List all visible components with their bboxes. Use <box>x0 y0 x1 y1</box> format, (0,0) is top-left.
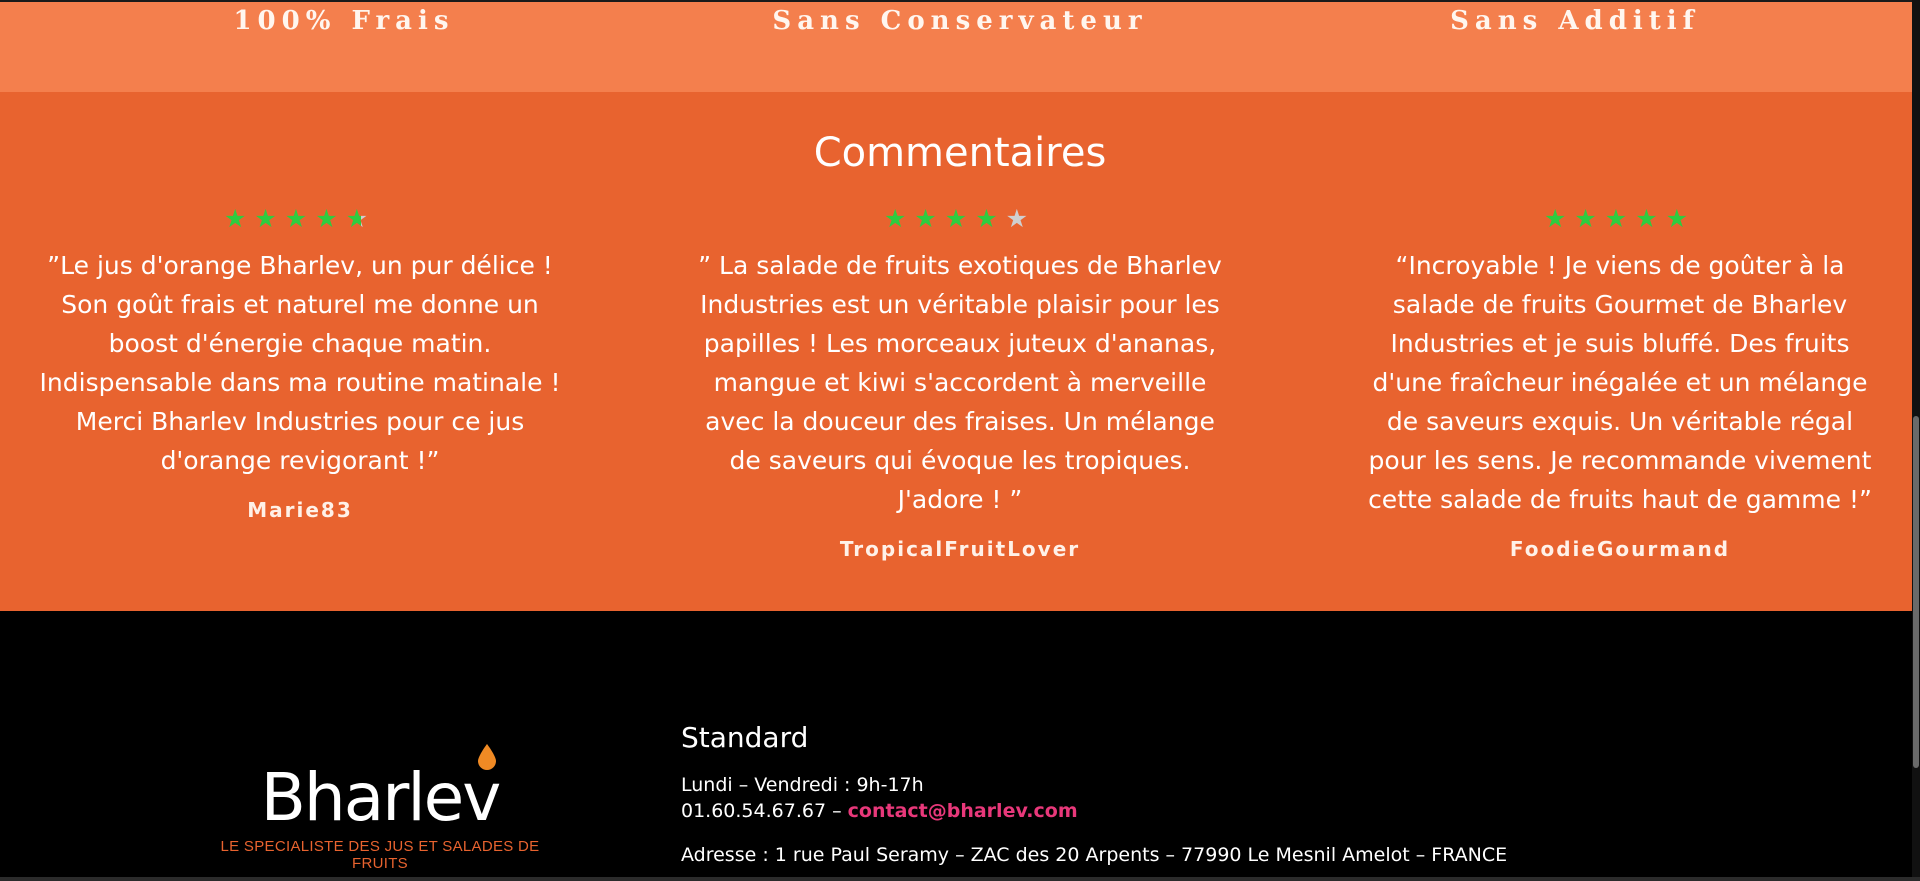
page-scrollbar[interactable] <box>1912 0 1920 881</box>
review-card: ★★★★★ ”Le jus d'orange Bharlev, un pur d… <box>35 204 565 522</box>
review-card: ★★★★★ ” La salade de fruits exotiques de… <box>695 204 1225 561</box>
star-icon: ★ <box>223 205 255 233</box>
star-icon: ★ <box>1005 205 1037 233</box>
star-icon: ★ <box>315 205 346 233</box>
star-rating: ★★★★★ <box>695 204 1225 234</box>
comments-title: Commentaires <box>813 130 1107 176</box>
feature-no-preservative: Sans Conservateur <box>772 6 1148 36</box>
postal-address: Adresse : 1 rue Paul Seramy – ZAC des 20… <box>681 844 1508 866</box>
logo-tagline: LE SPECIALISTE DES JUS ET SALADES DE FRU… <box>220 838 540 872</box>
star-icon: ★ <box>1635 205 1666 233</box>
star-rating: ★★★★★ <box>35 204 565 234</box>
review-author: TropicalFruitLover <box>839 537 1081 561</box>
opening-hours: Lundi – Vendredi : 9h-17h <box>681 774 924 796</box>
site-footer: Bharlev LE SPECIALISTE DES JUS ET SALADE… <box>0 611 1920 881</box>
star-icon: ★ <box>975 205 1006 233</box>
star-icon: ★ <box>254 205 285 233</box>
review-author: FoodieGourmand <box>1509 537 1731 561</box>
review-author: Marie83 <box>247 498 353 522</box>
star-icon: ★ <box>883 205 915 233</box>
star-icon: ★ <box>1574 205 1605 233</box>
review-quote: ”Le jus d'orange Bharlev, un pur délice … <box>39 251 561 475</box>
star-icon: ★ <box>914 205 945 233</box>
review-card: ★★★★★ “Incroyable ! Je viens de goûter à… <box>1355 204 1885 561</box>
phone-number: 01.60.54.67.67 – <box>681 800 842 822</box>
feature-fresh: 100% Frais <box>233 6 455 36</box>
review-quote: ” La salade de fruits exotiques de Bharl… <box>698 251 1222 514</box>
star-icon: ★ <box>284 205 316 233</box>
scrollbar-thumb[interactable] <box>1913 416 1919 768</box>
orange-drop-icon <box>478 744 496 770</box>
logo-wordmark: Bharlev <box>260 759 502 836</box>
star-icon: ★ <box>1604 205 1636 233</box>
star-icon: ★ <box>1665 205 1697 233</box>
features-banner: 100% Frais Sans Conservateur Sans Additi… <box>0 0 1920 92</box>
feature-no-additive: Sans Additif <box>1450 6 1700 36</box>
phone-email-line: 01.60.54.67.67 – contact@bharlev.com <box>681 800 1507 822</box>
standard-contact: Standard Lundi – Vendredi : 9h-17h 01.60… <box>681 721 1507 866</box>
contact-email-link[interactable]: contact@bharlev.com <box>848 800 1078 822</box>
bharlev-logo[interactable]: Bharlev LE SPECIALISTE DES JUS ET SALADE… <box>195 744 565 872</box>
review-quote: “Incroyable ! Je viens de goûter à la sa… <box>1368 251 1872 514</box>
star-icon: ★ <box>345 205 377 233</box>
standard-title: Standard <box>681 721 809 754</box>
star-icon: ★ <box>1543 205 1575 233</box>
window-bottom-edge <box>0 877 1920 881</box>
star-rating: ★★★★★ <box>1355 204 1885 234</box>
comments-section: Commentaires ★★★★★ ”Le jus d'orange Bhar… <box>0 92 1920 611</box>
star-icon: ★ <box>944 205 976 233</box>
